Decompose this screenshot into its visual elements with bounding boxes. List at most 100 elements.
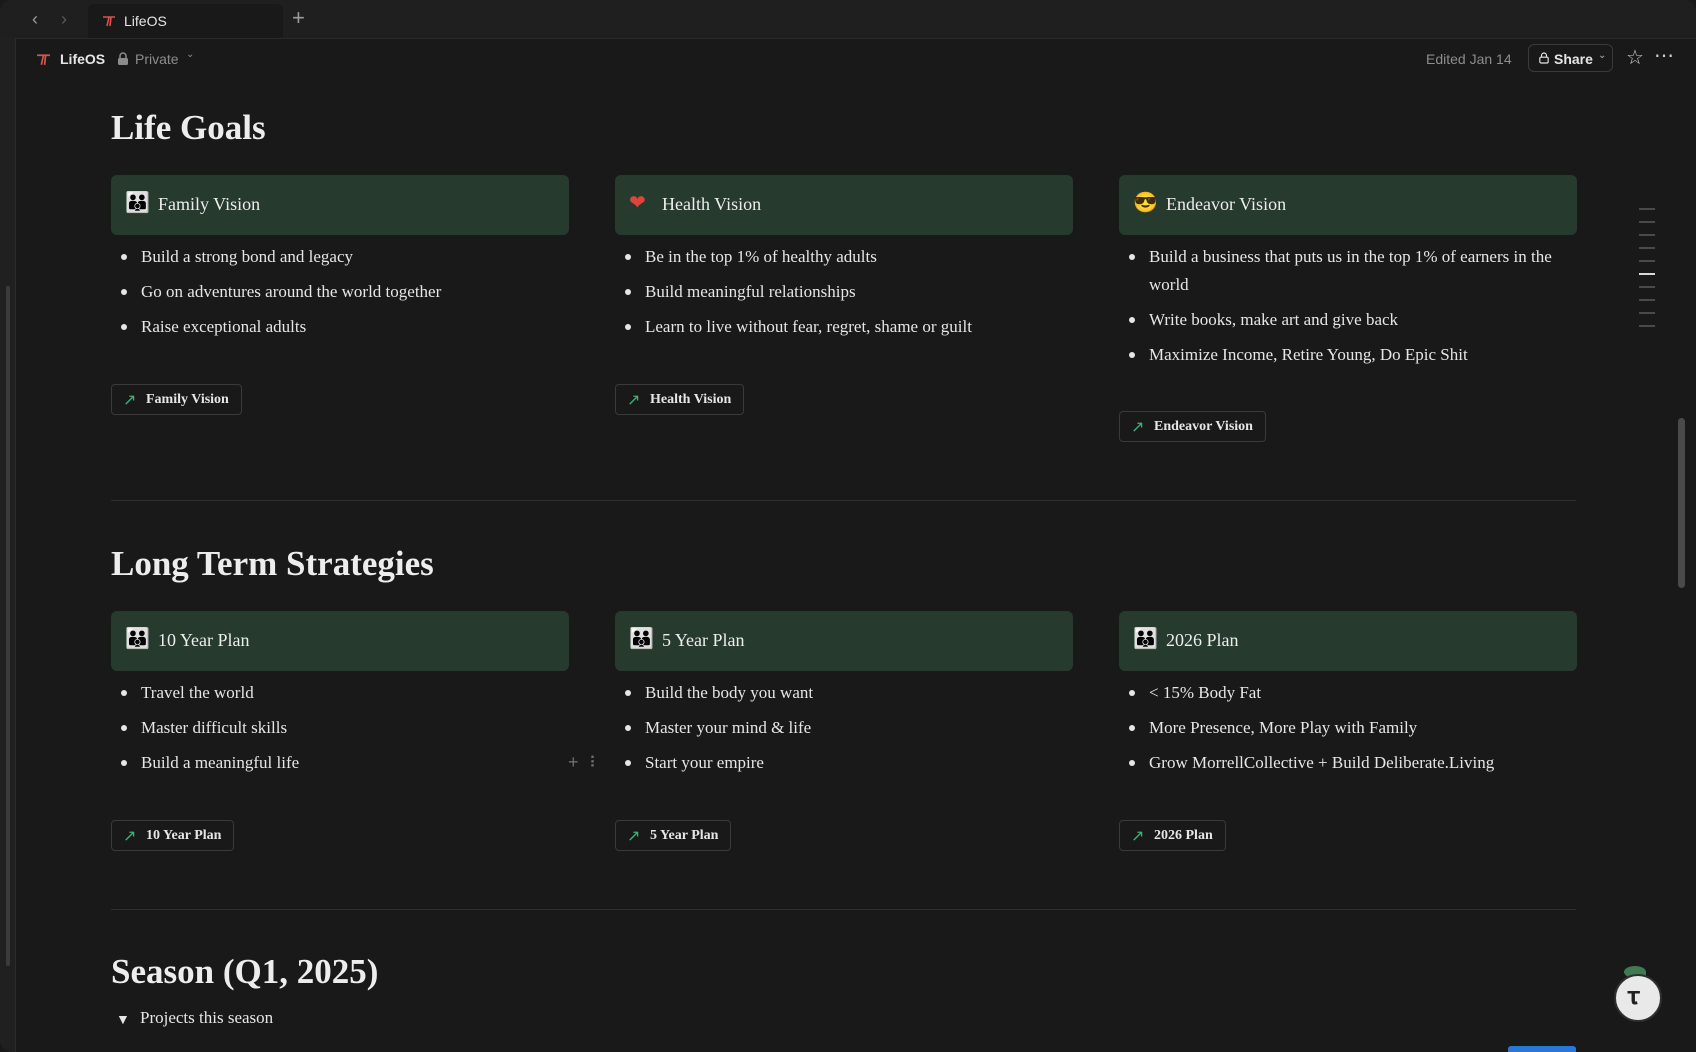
link-5-year-plan[interactable]: ↗ 5 Year Plan [615,820,732,851]
bullet-list: Be in the top 1% of healthy adults Build… [615,243,1045,348]
heart-icon: ❤ [629,192,646,214]
list-item[interactable]: Master your mind & life [615,714,1045,742]
list-item[interactable]: Go on adventures around the world togeth… [111,278,541,306]
list-item[interactable]: Grow MorrellCollective + Build Deliberat… [1119,749,1569,777]
page-scrollbar[interactable] [1678,418,1685,588]
arrow-up-right-icon: ↗ [123,392,137,409]
new-tab-icon[interactable]: + [292,6,305,30]
card-title: Family Vision [158,194,261,214]
bullet-list: Build a strong bond and legacy Go on adv… [111,243,541,348]
toc-marker-active[interactable] [1639,273,1655,275]
card-header-endeavor-vision[interactable]: 😎 Endeavor Vision [1119,175,1577,235]
app-window: ‹ › LifeOS + LifeOS Private ⌄ Edited Jan… [0,0,1696,1052]
drag-handle-icon[interactable]: ⠇ [589,753,601,773]
list-item[interactable]: Build meaningful relationships [615,278,1045,306]
link-endeavor-vision[interactable]: ↗ Endeavor Vision [1119,411,1266,442]
toc-marker[interactable] [1639,234,1655,236]
divider [111,909,1576,910]
lock-icon [118,52,128,65]
link-label: Endeavor Vision [1154,419,1253,434]
toc-marker[interactable] [1639,299,1655,301]
sunglasses-face-icon: 😎 [1133,192,1158,214]
bullet-list: Travel the world Master difficult skills… [111,679,541,784]
list-item[interactable]: Build a strong bond and legacy [111,243,541,271]
card-header-2026-plan[interactable]: 👪 2026 Plan [1119,611,1577,671]
favorite-star-icon[interactable]: ☆ [1626,45,1644,70]
link-10-year-plan[interactable]: ↗ 10 Year Plan [111,820,235,851]
toggle-triangle-icon[interactable]: ▼ [116,1011,130,1027]
forward-icon[interactable]: › [54,9,74,29]
family-icon: 👪 [629,628,654,650]
card-header-5-year-plan[interactable]: 👪 5 Year Plan [615,611,1073,671]
list-item[interactable]: Learn to live without fear, regret, sham… [615,313,1045,341]
card-header-health-vision[interactable]: ❤ Health Vision [615,175,1073,235]
chevron-down-icon: ⌄ [1598,50,1607,61]
list-item[interactable]: Raise exceptional adults [111,313,541,341]
link-label: Family Vision [146,392,229,407]
tab-lifeos[interactable]: LifeOS [88,4,283,38]
toc-marker[interactable] [1639,325,1655,327]
toggle-projects-this-season[interactable]: Projects this season [140,1008,273,1028]
link-label: 5 Year Plan [650,828,719,843]
add-block-icon[interactable]: + [568,752,579,773]
link-health-vision[interactable]: ↗ Health Vision [615,384,745,415]
list-item[interactable]: Build the body you want [615,679,1045,707]
bullet-list: Build the body you want Master your mind… [615,679,1045,784]
arrow-up-right-icon: ↗ [1131,419,1145,436]
more-options-icon[interactable]: ⋯ [1654,43,1675,68]
lifeos-logo-icon [37,54,50,66]
list-item[interactable]: Build a meaningful life [111,749,541,777]
list-item[interactable]: More Presence, More Play with Family [1119,714,1569,742]
list-item[interactable]: Build a business that puts us in the top… [1119,243,1569,299]
list-item[interactable]: Maximize Income, Retire Young, Do Epic S… [1119,341,1569,369]
card-title: 10 Year Plan [158,630,250,650]
tab-title: LifeOS [124,13,167,29]
back-icon[interactable]: ‹ [25,9,45,29]
card-title: 5 Year Plan [662,630,745,650]
page-topbar: LifeOS Private ⌄ Edited Jan 14 Share ⌄ ☆… [16,40,1696,80]
breadcrumb-title[interactable]: LifeOS [60,51,105,67]
sidebar-scrollbar[interactable] [6,286,10,966]
list-item[interactable]: Master difficult skills [111,714,541,742]
arrow-up-right-icon: ↗ [1131,828,1145,845]
list-item[interactable]: Be in the top 1% of healthy adults [615,243,1045,271]
link-label: 10 Year Plan [146,828,222,843]
arrow-up-right-icon: ↗ [627,828,641,845]
arrow-up-right-icon: ↗ [123,828,137,845]
lifeos-logo-icon [103,16,115,27]
toc-marker[interactable] [1639,312,1655,314]
toc-marker[interactable] [1639,221,1655,223]
list-item[interactable]: Write books, make art and give back [1119,306,1569,334]
card-title: Health Vision [662,194,762,214]
toc-marker[interactable] [1639,208,1655,210]
section-title-life-goals: Life Goals [111,108,266,147]
share-label: Share [1554,51,1593,67]
list-item[interactable]: < 15% Body Fat [1119,679,1569,707]
toc-marker[interactable] [1639,247,1655,249]
table-of-contents-markers[interactable] [1639,208,1657,338]
link-2026-plan[interactable]: ↗ 2026 Plan [1119,820,1226,851]
sidebar-rail[interactable] [0,38,16,1052]
bullet-list: Build a business that puts us in the top… [1119,243,1569,376]
card-header-10-year-plan[interactable]: 👪 10 Year Plan [111,611,569,671]
card-header-family-vision[interactable]: 👪 Family Vision [111,175,569,235]
privacy-dropdown[interactable]: Private [135,51,179,67]
link-label: Health Vision [650,392,732,407]
bullet-list: < 15% Body Fat More Presence, More Play … [1119,679,1569,784]
section-title-long-term-strategies: Long Term Strategies [111,544,434,583]
chevron-down-icon[interactable]: ⌄ [186,49,194,60]
section-title-season: Season (Q1, 2025) [111,952,379,991]
toc-marker[interactable] [1639,286,1655,288]
bottom-action-button[interactable] [1508,1046,1576,1052]
title-bar: ‹ › LifeOS + [0,0,1696,39]
lock-icon [1539,52,1549,64]
list-item[interactable]: Start your empire [615,749,1045,777]
card-title: 2026 Plan [1166,630,1239,650]
divider [111,500,1576,501]
link-family-vision[interactable]: ↗ Family Vision [111,384,242,415]
toc-marker[interactable] [1639,260,1655,262]
list-item[interactable]: Travel the world [111,679,541,707]
family-icon: 👪 [1133,628,1158,650]
share-button[interactable]: Share ⌄ [1528,44,1613,72]
family-icon: 👪 [125,192,150,214]
